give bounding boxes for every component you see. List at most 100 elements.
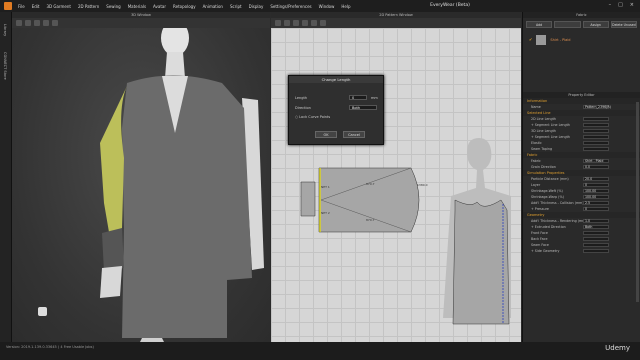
- menu-3d-garment[interactable]: 3D Garment: [46, 4, 70, 9]
- property-label: + Segment Line Length: [531, 135, 570, 139]
- shirt-sleeve: [100, 86, 127, 238]
- 2d-pattern-window[interactable]: 2D Pattern Window NET 1 870.7 870.7 NET …: [271, 12, 521, 342]
- 3d-window[interactable]: 3D Window: [12, 12, 270, 342]
- ok-button[interactable]: OK: [315, 131, 337, 138]
- left-sidebar: Library CONNECT Store: [0, 12, 12, 342]
- avatar-scene: [100, 20, 264, 342]
- move-icon[interactable]: [25, 20, 31, 26]
- property-label: + Pressure: [531, 207, 549, 211]
- property-label: 3D Line Length: [531, 129, 556, 133]
- menu-settings[interactable]: Settings/Preferences: [270, 4, 311, 9]
- property-value-field[interactable]: Pattern_2396(R): [583, 104, 611, 110]
- property-value-field[interactable]: Both: [583, 224, 609, 230]
- 3d-viewport[interactable]: [12, 20, 270, 342]
- orientation-cube-icon[interactable]: [38, 307, 47, 316]
- direction-label: Direction: [295, 106, 311, 110]
- direction-select[interactable]: Both: [349, 105, 377, 110]
- property-value-field[interactable]: [583, 230, 609, 236]
- property-value-field[interactable]: 0: [583, 206, 609, 212]
- fabric-toolbar: Add Assign Delete Unused: [523, 18, 640, 31]
- property-label: Add'l Thickness - Collision (mm): [531, 201, 583, 205]
- pattern-cuff[interactable]: [300, 181, 316, 217]
- delete-unused-button[interactable]: Delete Unused: [610, 21, 637, 28]
- menu-retopology[interactable]: Retopology: [173, 4, 196, 9]
- menu-help[interactable]: Help: [341, 4, 350, 9]
- property-value-field[interactable]: 0: [583, 182, 609, 188]
- sleeve-cuff: [102, 228, 124, 272]
- menu-edit[interactable]: Edit: [32, 4, 40, 9]
- change-length-dialog: Change Length Length 0 mm Direction Both…: [288, 75, 384, 145]
- fabric-option-button[interactable]: [554, 21, 581, 28]
- property-value-field[interactable]: [583, 134, 609, 140]
- assign-fabric-button[interactable]: Assign: [582, 21, 609, 28]
- property-value-field[interactable]: [583, 146, 609, 152]
- menu-2d-pattern[interactable]: 2D Pattern: [78, 4, 99, 9]
- cancel-button[interactable]: Cancel: [343, 131, 365, 138]
- internal-line-icon[interactable]: [311, 20, 317, 26]
- property-value-field[interactable]: [583, 242, 609, 248]
- polygon-icon[interactable]: [293, 20, 299, 26]
- menu-materials[interactable]: Materials: [128, 4, 146, 9]
- property-label: + Segment Line Length: [531, 123, 570, 127]
- property-value-field[interactable]: [583, 140, 609, 146]
- maximize-icon[interactable]: □: [618, 2, 623, 8]
- property-value-field[interactable]: [583, 128, 609, 134]
- property-value-field[interactable]: 20.0: [583, 176, 609, 182]
- menu-display[interactable]: Display: [249, 4, 264, 9]
- property-value-field[interactable]: [583, 236, 609, 242]
- avatar-head: [161, 20, 189, 56]
- menu-animation[interactable]: Animation: [203, 4, 223, 9]
- property-label: Seam Face: [531, 243, 549, 247]
- rectangle-icon[interactable]: [302, 20, 308, 26]
- property-row: + Side Geometry: [523, 248, 640, 254]
- property-label: Seam Taping: [531, 147, 553, 151]
- property-value-field[interactable]: [583, 248, 609, 254]
- menu-avatar[interactable]: Avatar: [153, 4, 166, 9]
- pattern-sleeve[interactable]: [318, 167, 420, 233]
- minimize-icon[interactable]: –: [609, 2, 612, 8]
- status-text: Version: 2019.1.139.0.33645 ( 4 Free Usa…: [6, 345, 94, 349]
- property-label: Particle Distance (mm): [531, 177, 569, 181]
- tab-library[interactable]: Library: [3, 24, 7, 36]
- 3d-toolbar: [12, 18, 270, 28]
- property-label: Back Face: [531, 237, 548, 241]
- transform-icon[interactable]: [275, 20, 281, 26]
- tab-connect-store[interactable]: CONNECT Store: [3, 52, 7, 80]
- property-label: Fabric: [531, 159, 541, 163]
- fabric-list-item[interactable]: ✔ Shirt - Plaid: [529, 33, 634, 46]
- menu-file[interactable]: File: [18, 4, 25, 9]
- add-fabric-button[interactable]: Add: [526, 21, 553, 28]
- select-icon[interactable]: [16, 20, 22, 26]
- property-label: Name: [531, 105, 541, 109]
- edit-point-icon[interactable]: [284, 20, 290, 26]
- property-label: Add'l Thickness - Rendering (mm): [531, 219, 583, 223]
- property-label: Grain Direction: [531, 165, 556, 169]
- property-value-field[interactable]: [583, 122, 609, 128]
- property-value-field[interactable]: 0.0: [583, 164, 609, 170]
- property-value-field[interactable]: [583, 116, 609, 122]
- pattern-front[interactable]: [452, 199, 510, 325]
- pin-icon[interactable]: [43, 20, 49, 26]
- property-label: 2D Line Length: [531, 117, 556, 121]
- menu-sewing[interactable]: Sewing: [106, 4, 120, 9]
- property-label: Layer: [531, 183, 541, 187]
- menu-script[interactable]: Script: [230, 4, 242, 9]
- property-label: Front Face: [531, 231, 548, 235]
- seam-icon[interactable]: [320, 20, 326, 26]
- property-value-field[interactable]: Shirt - Plaid: [583, 158, 609, 164]
- fold-icon[interactable]: [34, 20, 40, 26]
- avatar-left-hand: [100, 266, 122, 298]
- property-value-field[interactable]: 1.0: [583, 218, 609, 224]
- measure-icon[interactable]: [52, 20, 58, 26]
- property-value-field[interactable]: 100.00: [583, 194, 609, 200]
- close-icon[interactable]: ×: [630, 2, 634, 8]
- menu-window[interactable]: Window: [319, 4, 335, 9]
- pattern-label-len-bottom: 870.7: [366, 218, 375, 222]
- lock-curve-checkbox[interactable]: ○ Lock Curve Points: [295, 115, 330, 119]
- property-list: Information Name Pattern_2396(R) Selected L…: [523, 98, 640, 254]
- property-scrollbar[interactable]: [636, 102, 639, 302]
- property-value-field[interactable]: 100.00: [583, 188, 609, 194]
- property-label: Shrinkage-Warp (%): [531, 195, 564, 199]
- property-value-field[interactable]: 2.5: [583, 200, 609, 206]
- length-input[interactable]: 0: [349, 95, 367, 100]
